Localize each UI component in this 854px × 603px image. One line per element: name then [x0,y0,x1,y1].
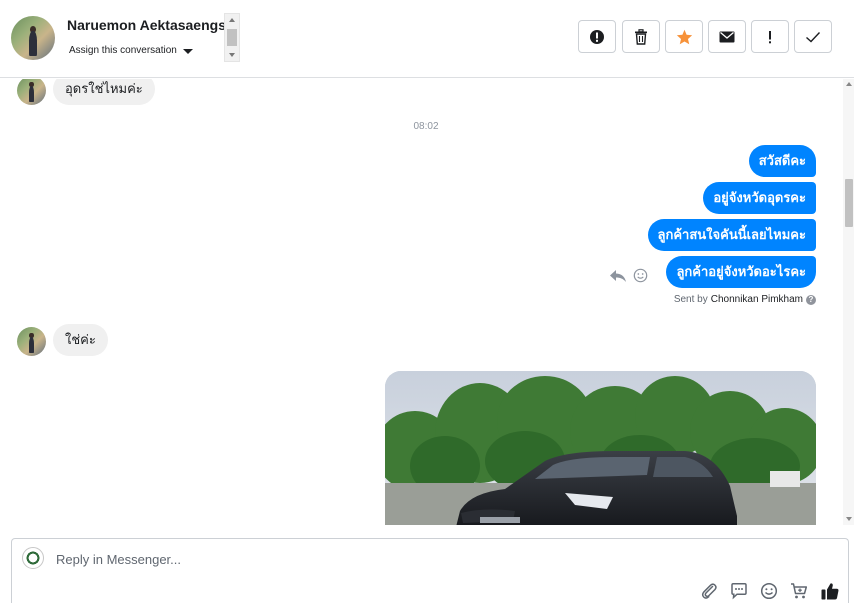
mark-done-button[interactable] [794,20,832,53]
assign-conversation-dropdown[interactable]: Assign this conversation [69,45,193,56]
reply-composer [11,538,849,603]
caret-down-icon [182,48,193,54]
composer-toolbar [700,581,840,601]
scroll-thumb[interactable] [845,179,853,227]
incoming-message[interactable]: ใช่ค่ะ [53,324,108,356]
scroll-thumb[interactable] [227,29,237,46]
exclamation-circle-icon [590,29,604,44]
sender-avatar[interactable] [17,79,46,105]
shop-button[interactable] [790,582,808,600]
contact-name[interactable]: Naruemon Aektasaengs [67,17,225,33]
saved-replies-icon [731,583,747,600]
delete-button[interactable] [622,20,660,53]
emoji-icon [760,582,778,600]
reply-arrow-icon[interactable] [609,269,627,283]
car-photo-attachment[interactable] [385,371,816,525]
scroll-up-arrow-icon[interactable] [846,82,852,86]
star-icon [676,29,692,44]
reply-input[interactable] [56,549,656,569]
incoming-message[interactable]: อุดรใช่ไหมค่ะ [53,79,155,105]
like-button[interactable] [820,581,840,601]
mark-important-button[interactable] [751,20,789,53]
trash-icon [635,28,647,45]
star-button[interactable] [665,20,703,53]
sent-by-prefix: Sent by [673,294,708,305]
outgoing-message[interactable]: สวัสดีคะ [748,145,816,177]
message-timestamp: 08:02 [413,121,439,132]
scroll-down-arrow-icon[interactable] [229,53,235,57]
sent-by-label: Sent by Chonnikan Pimkham ? [674,294,816,305]
react-emoji-icon[interactable] [633,268,648,283]
sender-avatar[interactable] [17,327,46,356]
outgoing-message[interactable]: ลูกค้าอยู่จังหวัดอะไรคะ [666,256,816,288]
paperclip-icon [701,583,717,599]
saved-replies-button[interactable] [730,582,748,600]
outgoing-message[interactable]: ลูกค้าสนใจคันนี้เลยไหมคะ [647,219,816,251]
page-logo-avatar [22,547,44,569]
email-button[interactable] [708,20,746,53]
header-scrollbar[interactable] [224,13,240,62]
check-icon [806,31,821,42]
conversation-header: Naruemon Aektasaengs Assign this convers… [0,0,854,78]
envelope-icon [719,31,735,42]
outgoing-message[interactable]: อยู่จังหวัดอุดรคะ [703,182,816,214]
exclamation-icon [769,30,771,43]
scroll-up-arrow-icon[interactable] [229,18,235,22]
thread-scrollbar[interactable] [843,79,854,525]
scroll-down-arrow-icon[interactable] [846,517,852,521]
messenger-inbox: Naruemon Aektasaengs Assign this convers… [0,0,854,603]
sent-by-agent-name[interactable]: Chonnikan Pimkham [711,294,803,305]
emoji-button[interactable] [760,582,778,600]
help-question-icon[interactable]: ? [806,294,816,305]
message-thread[interactable]: อุดรใช่ไหมค่ะ 08:02 สวัสดีคะ อยู่จังหวัด… [0,79,842,525]
assign-label: Assign this conversation [69,45,177,56]
thumbs-up-icon [821,583,839,600]
cart-icon [791,583,808,599]
mark-spam-button[interactable] [578,20,616,53]
message-actions [609,268,648,283]
attach-button[interactable] [700,582,718,600]
contact-avatar[interactable] [11,16,55,60]
car-photo-image [385,371,816,525]
